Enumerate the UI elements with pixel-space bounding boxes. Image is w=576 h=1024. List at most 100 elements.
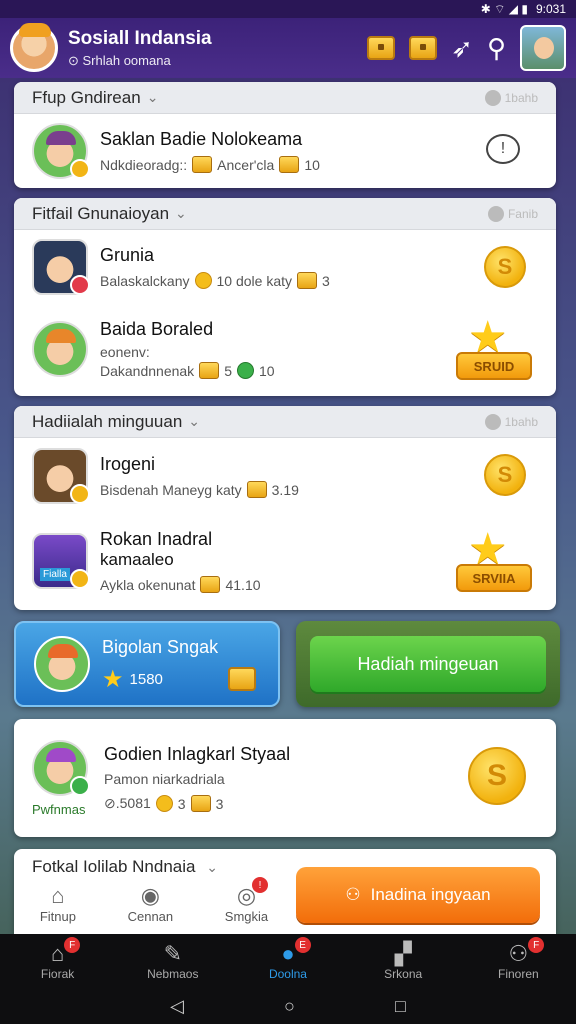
sub-tab-games[interactable]: ◉ Cennan <box>128 883 174 924</box>
row-name: Irogeni <box>100 454 156 474</box>
coin-icon[interactable]: S <box>468 747 526 805</box>
star-badge[interactable]: ★ SRUID <box>456 316 532 380</box>
weekly-reward-button[interactable]: Hadiah mingeuan <box>310 636 546 692</box>
gem-icon <box>236 362 254 379</box>
star-icon: ★ <box>102 665 124 693</box>
game-thumbnail: Fialla <box>32 533 90 589</box>
sub-tab-target[interactable]: ◎! Smgkia <box>225 877 268 924</box>
section-title: Fitfail Gnunaioyan <box>32 203 170 223</box>
star-badge[interactable]: ★ SRVIIA <box>456 528 532 592</box>
invite-button[interactable]: ⚇ Inadina ingyaan <box>296 867 540 923</box>
avatar <box>32 123 90 179</box>
section-card-2: Fitfail Gnunaioyan ⌄ Fanib Grunia Balask… <box>14 198 556 396</box>
app-header: Sosiall Indansia ⊙ Srhlah oomana ➶ ⚲ <box>0 18 576 78</box>
nav-profile[interactable]: ⚇ F Finoren <box>473 937 563 981</box>
nav-shop[interactable]: ▞ Srkona <box>358 941 448 981</box>
user-avatar[interactable] <box>10 23 58 72</box>
coin-icon <box>155 795 173 812</box>
row-meta: Aykla okenunat 41.10 <box>100 576 261 593</box>
avatar <box>32 321 88 377</box>
featured-sub: Pamon niarkadriala <box>104 771 225 787</box>
section-pill: 1bahb <box>484 89 538 106</box>
list-item[interactable]: Grunia Balaskalckany 10 dole katy 3 S <box>14 230 556 304</box>
coin-icon[interactable]: S <box>484 246 526 288</box>
chest-icon <box>192 156 213 173</box>
grid-icon: ▞ <box>394 941 412 966</box>
section-header[interactable]: Fitfail Gnunaioyan ⌄ Fanib <box>14 198 556 230</box>
bottom-nav: ⌂ F Fiorak ✎ Nebmaos ● E Doolna ▞ Srkona ⚇… <box>0 934 576 988</box>
figure-icon <box>190 795 211 812</box>
chest-icon-2[interactable] <box>409 36 438 60</box>
tile-value: 1580 <box>129 671 163 688</box>
section-card-3: Hadiialah minguuan ⌄ 1bahb Irogeni Bisde… <box>14 406 556 610</box>
figure-icon <box>199 362 220 379</box>
chevron-down-icon: ⌄ <box>206 859 218 875</box>
section-title: Ffup Gndirean <box>32 87 141 107</box>
recents-icon[interactable]: □ <box>395 996 406 1017</box>
chevron-down-icon: ⌄ <box>188 413 201 429</box>
chat-bubble-icon[interactable]: ! <box>486 134 520 164</box>
list-item[interactable]: Baida Boraled eonenv: Dakandnnenak 5 10 … <box>14 304 556 394</box>
tile-title: Bigolan Sngak <box>102 636 219 657</box>
profile-picture[interactable] <box>520 25 566 71</box>
user-icon: ⚇ <box>345 885 361 904</box>
system-nav: ◁ ○ □ <box>0 988 576 1024</box>
avatar <box>34 636 90 692</box>
status-bar: ✱ ⌔ ◢ ▮ 9:031 <box>0 0 576 18</box>
status-icons: ✱ ⌔ ◢ ▮ <box>480 1 528 16</box>
reward-tile[interactable]: Bigolan Sngak ★ 1580 <box>14 621 280 707</box>
app-title: Sosiall Indansia <box>68 27 212 49</box>
sub-tab-home[interactable]: ⌂ Fitnup <box>40 883 76 924</box>
coin-icon[interactable]: S <box>484 454 526 496</box>
row-meta: Ndkdieoradg:: Ancer'cla 10 <box>100 156 320 173</box>
gamepad-icon: ● E <box>281 937 311 967</box>
home-icon: ⌂ <box>51 883 65 908</box>
app-subtitle: ⊙ Srhlah oomana <box>68 52 171 68</box>
nav-home[interactable]: ⌂ F Fiorak <box>13 937 103 981</box>
search-icon[interactable]: ⚲ <box>487 35 506 61</box>
row-meta: Balaskalckany 10 dole katy 3 <box>100 272 330 289</box>
bottom-section-card: Fotkal Iolilab Nndnaia ⌄ ⌂ Fitnup ◉ Cenn… <box>14 849 556 934</box>
row-sub: eonenv: <box>100 344 150 360</box>
avatar <box>32 448 90 504</box>
section-header[interactable]: Hadiialah minguuan ⌄ 1bahb <box>14 406 556 438</box>
gamepad-icon: ◉ <box>140 883 160 908</box>
status-time: 9:031 <box>535 2 566 16</box>
section-header[interactable]: Ffup Gndirean ⌄ 1bahb <box>14 82 556 114</box>
chest-icon[interactable] <box>367 36 396 60</box>
row-meta: Bisdenah Maneyg katy 3.19 <box>100 481 299 498</box>
chat-icon: ✎ <box>163 941 182 966</box>
featured-meta: ⊘.5081 3 3 <box>104 795 224 812</box>
row-name: Baida Boraled <box>100 319 214 339</box>
avatar <box>32 239 90 295</box>
list-item[interactable]: Saklan Badie Nolokeama Ndkdieoradg:: Anc… <box>14 114 556 188</box>
home-circle-icon[interactable]: ○ <box>284 996 295 1017</box>
section-pill: Fanib <box>487 205 538 222</box>
featured-card[interactable]: Pwfnmas Godien Inlagkarl Styaal Pamon ni… <box>14 719 556 837</box>
row-name: Saklan Badie Nolokeama <box>100 129 303 149</box>
section-card-1: Ffup Gndirean ⌄ 1bahb Saklan Badie Nolok… <box>14 82 556 188</box>
row-sub: kamaaleo <box>100 550 174 569</box>
chevron-down-icon: ⌄ <box>146 89 159 105</box>
chest-icon <box>228 667 256 691</box>
nav-messages[interactable]: ✎ Nebmaos <box>128 941 218 981</box>
avatar <box>32 739 90 796</box>
nav-games[interactable]: ● E Doolna <box>243 937 333 981</box>
share-icon[interactable]: ➶ <box>451 35 473 61</box>
row-meta: Dakandnnenak 5 10 <box>100 362 275 379</box>
chevron-down-icon: ⌄ <box>175 205 187 221</box>
user-icon: ⚇ F <box>508 937 545 967</box>
list-item[interactable]: Irogeni Bisdenah Maneyg katy 3.19 S <box>14 438 556 514</box>
list-item[interactable]: Fialla Rokan Inadral kamaaleo Aykla oken… <box>14 514 556 608</box>
chest-icon <box>279 156 300 173</box>
chest-icon <box>246 481 267 498</box>
chest-icon <box>200 576 221 593</box>
row-name: Grunia <box>100 245 155 265</box>
weekly-tile: Hadiah mingeuan <box>296 621 560 707</box>
featured-name: Godien Inlagkarl Styaal <box>104 744 291 764</box>
section-pill: 1bahb <box>484 413 538 430</box>
section-title: Fotkal Iolilab Nndnaia <box>32 857 196 876</box>
featured-tag: Pwfnmas <box>32 801 86 817</box>
chest-icon <box>297 272 317 289</box>
back-icon[interactable]: ◁ <box>170 996 184 1017</box>
